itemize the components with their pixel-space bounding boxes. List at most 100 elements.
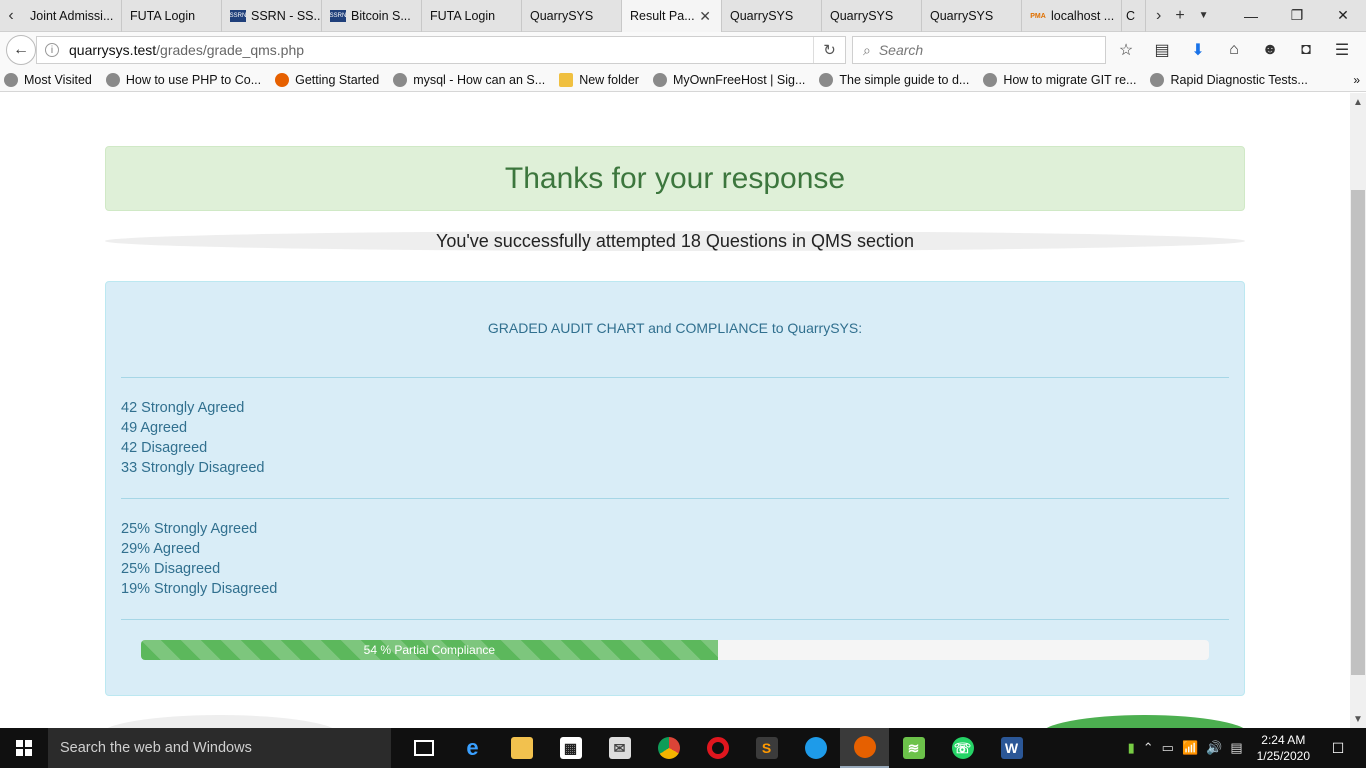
whatsapp-icon[interactable]: ☏ bbox=[938, 728, 987, 768]
bookmark-label: How to use PHP to Co... bbox=[125, 72, 262, 87]
search-icon: ⌕ bbox=[863, 41, 871, 58]
list-tabs-icon[interactable]: ▼ bbox=[1199, 10, 1209, 21]
back-icon[interactable]: ← bbox=[6, 35, 36, 65]
downloads-icon[interactable]: ⬇ bbox=[1188, 40, 1208, 60]
battery-icon[interactable]: ▭ bbox=[1162, 740, 1174, 756]
tab-active-result[interactable]: Result Pa... ✕ bbox=[622, 0, 722, 32]
reading-list-icon[interactable]: ▤ bbox=[1152, 40, 1172, 60]
new-tab-icon[interactable]: + bbox=[1175, 7, 1184, 25]
tab-3[interactable]: SSRN SSRN - SS... bbox=[222, 0, 322, 32]
globe-icon bbox=[393, 72, 408, 87]
wifi-app-icon[interactable]: ≋ bbox=[889, 728, 938, 768]
bookmark-label: The simple guide to d... bbox=[839, 72, 970, 87]
globe-icon bbox=[819, 72, 834, 87]
globe-icon bbox=[983, 72, 998, 87]
tab-label: localhost ... bbox=[1051, 9, 1115, 23]
bookmark-item[interactable]: Most Visited bbox=[4, 72, 92, 87]
reload-icon[interactable]: ↻ bbox=[813, 37, 845, 63]
scroll-down-icon[interactable]: ▼ bbox=[1350, 710, 1366, 728]
chevron-up-icon[interactable]: ⌃ bbox=[1143, 740, 1154, 756]
taskbar: Search the web and Windows e ▦ ✉ S ≋ ☏ W… bbox=[0, 728, 1366, 768]
audit-chart-title: GRADED AUDIT CHART and COMPLIANCE to Qua… bbox=[487, 320, 863, 336]
bookmark-label: New folder bbox=[579, 72, 639, 87]
edge-icon[interactable]: e bbox=[448, 728, 497, 768]
bookmark-item[interactable]: Rapid Diagnostic Tests... bbox=[1150, 72, 1308, 87]
bookmark-item[interactable]: MyOwnFreeHost | Sig... bbox=[652, 72, 806, 87]
file-explorer-icon[interactable] bbox=[497, 728, 546, 768]
firefox-taskbar-icon[interactable] bbox=[840, 728, 889, 768]
bookmark-item[interactable]: How to use PHP to Co... bbox=[105, 72, 262, 87]
network-icon[interactable]: ▮ bbox=[1128, 740, 1135, 756]
start-button[interactable] bbox=[0, 728, 48, 768]
menu-icon[interactable]: ☰ bbox=[1332, 40, 1352, 60]
percentages-list: 25% Strongly Agreed 29% Agreed 25% Disag… bbox=[121, 519, 277, 599]
feedback-icon[interactable]: ☻ bbox=[1260, 40, 1280, 60]
tab-label: Result Pa... bbox=[630, 9, 695, 23]
bookmarks-overflow-icon[interactable]: » bbox=[1353, 73, 1360, 87]
tab-11[interactable]: PMA localhost ... bbox=[1022, 0, 1122, 32]
word-icon[interactable]: W bbox=[987, 728, 1036, 768]
tab-1[interactable]: Joint Admissi... bbox=[22, 0, 122, 32]
url-host: quarrysys.test bbox=[69, 42, 157, 58]
attempt-summary: You've successfully attempted 18 Questio… bbox=[105, 231, 1245, 251]
taskbar-search-input[interactable]: Search the web and Windows bbox=[48, 728, 391, 768]
minimize-icon[interactable]: — bbox=[1228, 0, 1274, 32]
pocket-icon[interactable]: ◘ bbox=[1296, 40, 1316, 60]
divider bbox=[121, 619, 1229, 620]
action-center-icon[interactable]: ☐ bbox=[1318, 740, 1358, 757]
tab-label: C bbox=[1126, 9, 1136, 23]
chrome-icon[interactable] bbox=[644, 728, 693, 768]
tab-label: Bitcoin S... bbox=[351, 9, 411, 23]
audit-panel: GRADED AUDIT CHART and COMPLIANCE to Qua… bbox=[105, 281, 1245, 696]
app-icon[interactable] bbox=[791, 728, 840, 768]
compliance-progress: 54 % Partial Compliance bbox=[141, 640, 1209, 660]
tab-bar: ‹ Joint Admissi... FUTA Login SSRN SSRN -… bbox=[0, 0, 1366, 32]
bookmark-item[interactable]: New folder bbox=[559, 72, 639, 87]
bookmark-star-icon[interactable]: ☆ bbox=[1116, 40, 1136, 60]
wifi-icon[interactable]: 📶 bbox=[1182, 740, 1198, 756]
tab-12[interactable]: C bbox=[1122, 0, 1146, 32]
scroll-thumb[interactable] bbox=[1351, 190, 1365, 675]
divider bbox=[121, 377, 1229, 378]
bookmark-item[interactable]: mysql - How can an S... bbox=[393, 72, 545, 87]
volume-icon[interactable]: 🔊 bbox=[1206, 740, 1222, 756]
close-tab-icon[interactable]: ✕ bbox=[699, 8, 711, 25]
tab-6[interactable]: QuarrySYS bbox=[522, 0, 622, 32]
tab-scroll-right-icon[interactable]: › bbox=[1156, 7, 1161, 25]
restore-icon[interactable]: ❐ bbox=[1274, 0, 1320, 32]
sublime-icon[interactable]: S bbox=[742, 728, 791, 768]
count-disagreed: 42 Disagreed bbox=[121, 440, 208, 456]
bookmark-label: MyOwnFreeHost | Sig... bbox=[672, 72, 806, 87]
compliance-progress-bar: 54 % Partial Compliance bbox=[141, 640, 718, 660]
tab-10[interactable]: QuarrySYS bbox=[922, 0, 1022, 32]
tab-2[interactable]: FUTA Login bbox=[122, 0, 222, 32]
opera-icon[interactable] bbox=[693, 728, 742, 768]
close-window-icon[interactable]: ✕ bbox=[1320, 0, 1366, 32]
tab-9[interactable]: QuarrySYS bbox=[822, 0, 922, 32]
mail-icon[interactable]: ✉ bbox=[595, 728, 644, 768]
page-scrollbar[interactable]: ▲ ▼ bbox=[1350, 93, 1366, 728]
bookmark-item[interactable]: The simple guide to d... bbox=[819, 72, 970, 87]
clock[interactable]: 2:24 AM 1/25/2020 bbox=[1257, 732, 1310, 764]
tab-label: QuarrySYS bbox=[830, 9, 894, 23]
tab-label: QuarrySYS bbox=[930, 9, 994, 23]
tab-4[interactable]: SSRN Bitcoin S... bbox=[322, 0, 422, 32]
tab-label: QuarrySYS bbox=[730, 9, 794, 23]
url-bar[interactable]: i quarrysys.test/grades/grade_qms.php ↻ bbox=[36, 36, 846, 64]
task-view-icon[interactable] bbox=[399, 728, 448, 768]
search-input[interactable]: ⌕ Search bbox=[852, 36, 1106, 64]
success-alert: Thanks for your response bbox=[105, 146, 1245, 211]
tab-scroll-left-icon[interactable]: ‹ bbox=[0, 0, 22, 31]
keyboard-icon[interactable]: ▤ bbox=[1230, 740, 1242, 756]
bookmark-item[interactable]: Getting Started bbox=[275, 72, 379, 87]
tab-5[interactable]: FUTA Login bbox=[422, 0, 522, 32]
store-icon[interactable]: ▦ bbox=[546, 728, 595, 768]
gear-icon bbox=[4, 72, 18, 87]
bookmark-label: Most Visited bbox=[24, 72, 92, 87]
bookmark-item[interactable]: How to migrate GIT re... bbox=[983, 72, 1137, 87]
site-info-icon[interactable]: i bbox=[45, 43, 59, 57]
bookmark-label: How to migrate GIT re... bbox=[1003, 72, 1137, 87]
scroll-up-icon[interactable]: ▲ bbox=[1350, 93, 1366, 111]
tab-8[interactable]: QuarrySYS bbox=[722, 0, 822, 32]
home-icon[interactable]: ⌂ bbox=[1224, 40, 1244, 60]
